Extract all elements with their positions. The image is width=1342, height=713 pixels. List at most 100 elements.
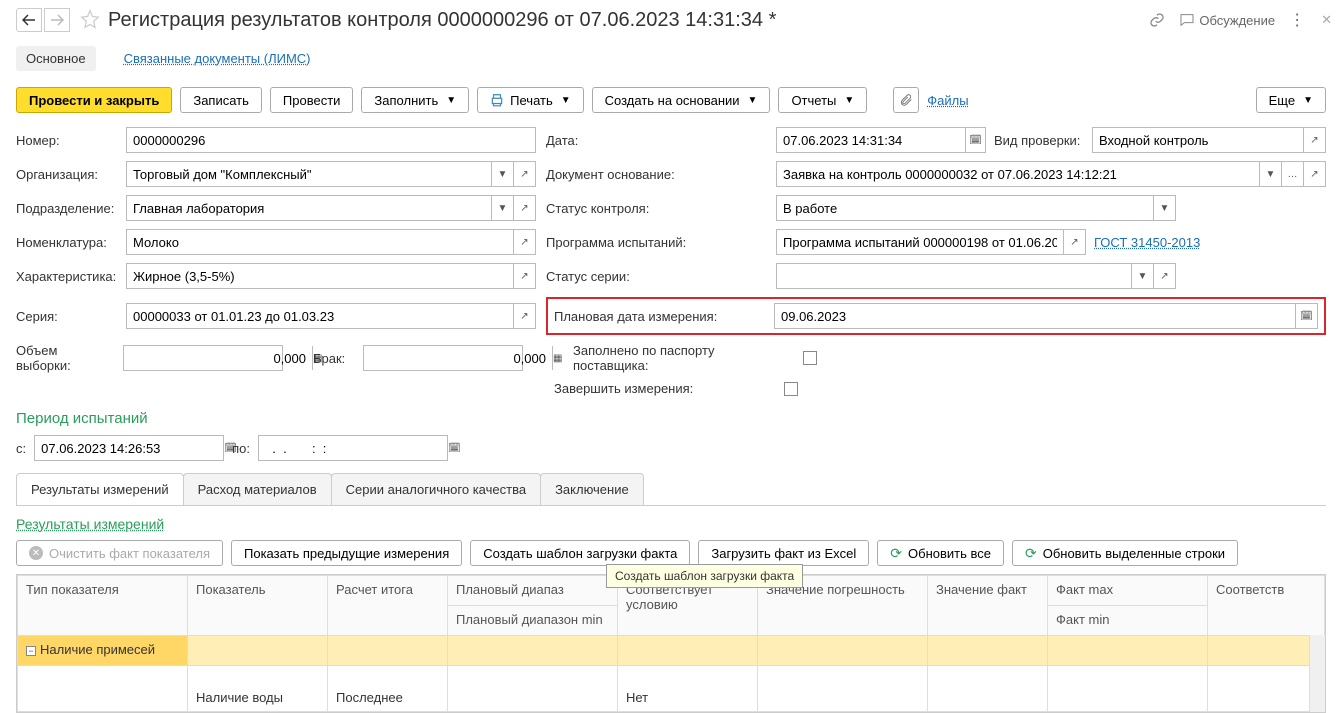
collapse-icon[interactable]: − — [26, 646, 36, 656]
period-from-input[interactable]: 🗓 — [34, 435, 224, 461]
link-icon[interactable] — [1149, 12, 1165, 28]
subtab-materials[interactable]: Расход материалов — [183, 473, 332, 505]
print-label: Печать — [510, 93, 553, 108]
period-to-label: по: — [232, 441, 250, 456]
check-type-input[interactable]: ↗ — [1092, 127, 1326, 153]
th-fact-max[interactable]: Факт max — [1048, 576, 1208, 606]
series-input[interactable]: ↗ — [126, 303, 536, 329]
favorite-icon[interactable] — [80, 9, 100, 32]
print-button[interactable]: Печать▼ — [477, 87, 584, 113]
open-icon[interactable]: ↗ — [513, 162, 535, 186]
clear-fact-button[interactable]: ✕Очистить факт показателя — [16, 540, 223, 566]
th-type[interactable]: Тип показателя — [18, 576, 188, 636]
series-status-label: Статус серии: — [546, 269, 766, 284]
charact-input[interactable]: ↗ — [126, 263, 536, 289]
period-to-input[interactable]: 🗓 — [258, 435, 448, 461]
refresh-icon: ⟳ — [890, 545, 902, 562]
passport-checkbox[interactable] — [803, 351, 817, 365]
discuss-button[interactable]: Обсуждение — [1179, 12, 1275, 28]
results-section-title[interactable]: Результаты измерений — [16, 516, 1326, 540]
dept-input[interactable]: ▼↗ — [126, 195, 536, 221]
cell-calc: Последнее — [328, 666, 448, 712]
update-selected-button[interactable]: ⟳Обновить выделенные строки — [1012, 540, 1238, 566]
series-status-input[interactable]: ▼↗ — [776, 263, 1176, 289]
fill-button[interactable]: Заполнить▼ — [361, 87, 469, 113]
th-conf[interactable]: Соответств — [1208, 576, 1325, 636]
date-input[interactable]: 🗓 — [776, 127, 986, 153]
base-doc-input[interactable]: ▼…↗ — [776, 161, 1326, 187]
calendar-icon[interactable]: 🗓 — [965, 128, 985, 152]
prog-input[interactable]: ↗ — [776, 229, 1086, 255]
table-row[interactable]: Наличие воды Последнее Нет — [18, 666, 1325, 712]
clear-fact-label: Очистить факт показателя — [49, 546, 210, 561]
cell-type: Наличие примесей — [40, 642, 155, 657]
post-close-button[interactable]: Провести и закрыть — [16, 87, 172, 113]
nav-back-button[interactable] — [16, 8, 42, 32]
update-all-label: Обновить все — [908, 546, 991, 561]
save-button[interactable]: Записать — [180, 87, 262, 113]
plan-date-label: Плановая дата измерения: — [554, 309, 768, 324]
charact-label: Характеристика: — [16, 269, 116, 284]
subtab-results[interactable]: Результаты измерений — [16, 473, 184, 505]
load-excel-button[interactable]: Загрузить факт из Excel — [698, 540, 869, 566]
calendar-icon[interactable]: 🗓 — [1295, 304, 1317, 328]
dropdown-icon[interactable]: ▼ — [1259, 162, 1281, 186]
page-title: Регистрация результатов контроля 0000000… — [108, 9, 1149, 32]
scrollbar[interactable] — [1309, 635, 1325, 712]
finish-label: Завершить измерения: — [554, 381, 774, 396]
calendar-icon[interactable]: 🗓 — [447, 436, 461, 460]
dropdown-icon[interactable]: ▼ — [491, 162, 513, 186]
open-icon[interactable]: ↗ — [513, 304, 535, 328]
open-icon[interactable]: ↗ — [513, 196, 535, 220]
open-icon[interactable]: ↗ — [513, 230, 535, 254]
open-icon[interactable]: ↗ — [1303, 128, 1325, 152]
cell-indicator: Наличие воды — [188, 666, 328, 712]
table-row[interactable]: −Наличие примесей — [18, 636, 1325, 666]
more-button[interactable]: Еще▼ — [1256, 87, 1326, 113]
subtab-conclusion[interactable]: Заключение — [540, 473, 644, 505]
th-indicator[interactable]: Показатель — [188, 576, 328, 636]
open-icon[interactable]: ↗ — [1153, 264, 1175, 288]
finish-checkbox[interactable] — [784, 382, 798, 396]
post-button[interactable]: Провести — [270, 87, 354, 113]
plan-date-input[interactable]: 🗓 — [774, 303, 1318, 329]
th-fact-min[interactable]: Факт min — [1048, 606, 1208, 636]
arrow-right-icon — [50, 14, 64, 26]
date-label: Дата: — [546, 133, 766, 148]
th-fact[interactable]: Значение факт — [928, 576, 1048, 636]
update-all-button[interactable]: ⟳ Обновить все — [877, 540, 1004, 566]
dropdown-icon[interactable]: ▼ — [1153, 196, 1175, 220]
th-plan-range[interactable]: Плановый диапаз — [448, 576, 618, 606]
sample-input[interactable]: ▦ — [123, 345, 283, 371]
open-icon[interactable]: ↗ — [1303, 162, 1325, 186]
tab-main[interactable]: Основное — [16, 46, 96, 71]
reject-input[interactable]: ▦ — [363, 345, 523, 371]
select-icon[interactable]: … — [1281, 162, 1303, 186]
close-icon[interactable]: ✕ — [1321, 12, 1332, 28]
nomen-input[interactable]: ↗ — [126, 229, 536, 255]
fill-label: Заполнить — [374, 93, 438, 108]
open-icon[interactable]: ↗ — [1063, 230, 1085, 254]
org-input[interactable]: ▼↗ — [126, 161, 536, 187]
th-calc[interactable]: Расчет итога — [328, 576, 448, 636]
create-based-button[interactable]: Создать на основании▼ — [592, 87, 771, 113]
subtab-analog[interactable]: Серии аналогичного качества — [331, 473, 541, 505]
open-icon[interactable]: ↗ — [513, 264, 535, 288]
files-link[interactable]: Файлы — [927, 93, 968, 108]
reports-button[interactable]: Отчеты▼ — [778, 87, 867, 113]
printer-icon — [490, 93, 504, 107]
nav-forward-button[interactable] — [44, 8, 70, 32]
dropdown-icon[interactable]: ▼ — [1131, 264, 1153, 288]
th-plan-min[interactable]: Плановый диапазон min — [448, 606, 618, 636]
dropdown-icon[interactable]: ▼ — [491, 196, 513, 220]
ctrl-status-input[interactable]: ▼ — [776, 195, 1176, 221]
attachment-button[interactable] — [893, 87, 919, 113]
create-template-button[interactable]: Создать шаблон загрузки факта — [470, 540, 690, 566]
tab-linked-docs[interactable]: Связанные документы (ЛИМС) — [114, 46, 321, 71]
number-input[interactable] — [126, 127, 536, 153]
gost-link[interactable]: ГОСТ 31450-2013 — [1094, 235, 1200, 250]
calculator-icon[interactable]: ▦ — [552, 346, 562, 370]
show-prev-button[interactable]: Показать предыдущие измерения — [231, 540, 462, 566]
header-more-icon[interactable]: ⋮ — [1289, 10, 1307, 30]
results-table[interactable]: Тип показателя Показатель Расчет итога П… — [17, 575, 1325, 712]
